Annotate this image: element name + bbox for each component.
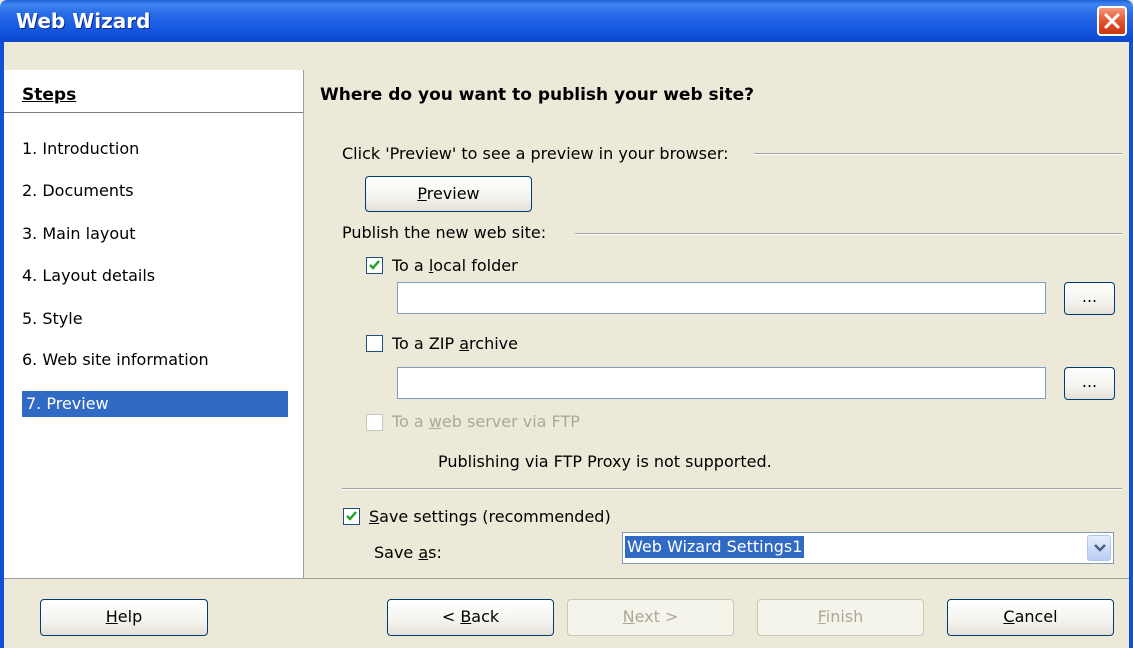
local-folder-browse-button[interactable]: ...	[1064, 282, 1115, 315]
step-introduction[interactable]: 1. Introduction	[22, 139, 139, 158]
local-folder-path-input[interactable]	[397, 282, 1046, 314]
ftp-label: To a web server via FTP	[392, 412, 580, 431]
zip-archive-label[interactable]: To a ZIP archive	[392, 334, 518, 353]
save-as-dropdown-button[interactable]	[1087, 535, 1111, 561]
close-button[interactable]	[1097, 6, 1127, 36]
cancel-button[interactable]: Cancel	[947, 599, 1114, 636]
step-style[interactable]: 5. Style	[22, 309, 83, 328]
finish-button[interactable]: Finish	[757, 599, 924, 636]
steps-title: Steps	[22, 85, 77, 105]
help-button[interactable]: Help	[40, 599, 208, 636]
publish-section-label: Publish the new web site:	[342, 223, 547, 242]
page-heading: Where do you want to publish your web si…	[320, 85, 754, 105]
window-frame-right	[1129, 42, 1133, 648]
preview-section-label: Click 'Preview' to see a preview in your…	[342, 144, 729, 163]
save-settings-label[interactable]: Save settings (recommended)	[369, 507, 611, 526]
local-folder-label[interactable]: To a local folder	[392, 256, 518, 275]
chevron-down-icon	[1094, 544, 1106, 552]
save-as-combobox[interactable]: Web Wizard Settings1	[622, 532, 1114, 564]
save-as-value: Web Wizard Settings1	[625, 536, 805, 558]
steps-divider	[4, 112, 303, 113]
title-bar[interactable]: Web Wizard	[0, 0, 1133, 42]
zip-archive-path-input[interactable]	[397, 367, 1046, 399]
step-preview[interactable]: 7. Preview	[22, 391, 288, 417]
publish-section-line	[575, 233, 1122, 234]
step-web-site-information[interactable]: 6. Web site information	[22, 350, 209, 369]
ftp-checkbox[interactable]	[366, 414, 383, 431]
step-main-layout[interactable]: 3. Main layout	[22, 224, 136, 243]
checkmark-icon	[369, 260, 380, 270]
preview-button[interactable]: Preview	[365, 176, 532, 212]
zip-archive-checkbox[interactable]	[366, 335, 383, 352]
button-bar-divider	[4, 578, 1129, 579]
step-documents[interactable]: 2. Documents	[22, 181, 134, 200]
local-folder-checkbox[interactable]	[366, 257, 383, 274]
close-icon	[1104, 13, 1120, 29]
back-button[interactable]: < Back	[387, 599, 554, 636]
zip-archive-browse-button[interactable]: ...	[1064, 367, 1115, 400]
ftp-note: Publishing via FTP Proxy is not supporte…	[438, 452, 772, 471]
save-settings-checkbox[interactable]	[343, 508, 360, 525]
next-button[interactable]: Next >	[567, 599, 734, 636]
step-layout-details[interactable]: 4. Layout details	[22, 266, 155, 285]
window-title: Web Wizard	[16, 9, 151, 33]
save-as-label: Save as:	[374, 543, 442, 562]
settings-divider	[342, 488, 1122, 489]
preview-section-line	[754, 153, 1122, 154]
checkmark-icon	[346, 511, 357, 521]
